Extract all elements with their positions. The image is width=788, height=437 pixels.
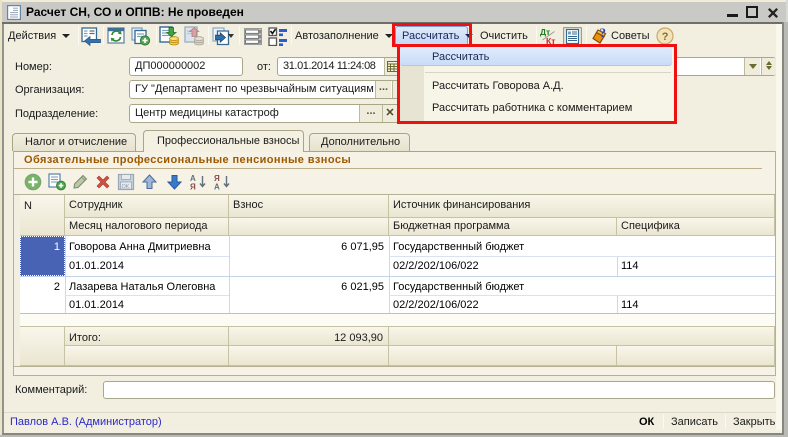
svg-text:?: ? xyxy=(662,31,669,43)
svg-text:ОК: ОК xyxy=(122,184,130,190)
svg-text:?: ? xyxy=(600,26,607,40)
svg-text:А: А xyxy=(214,183,220,192)
svg-text:Я: Я xyxy=(190,183,196,192)
